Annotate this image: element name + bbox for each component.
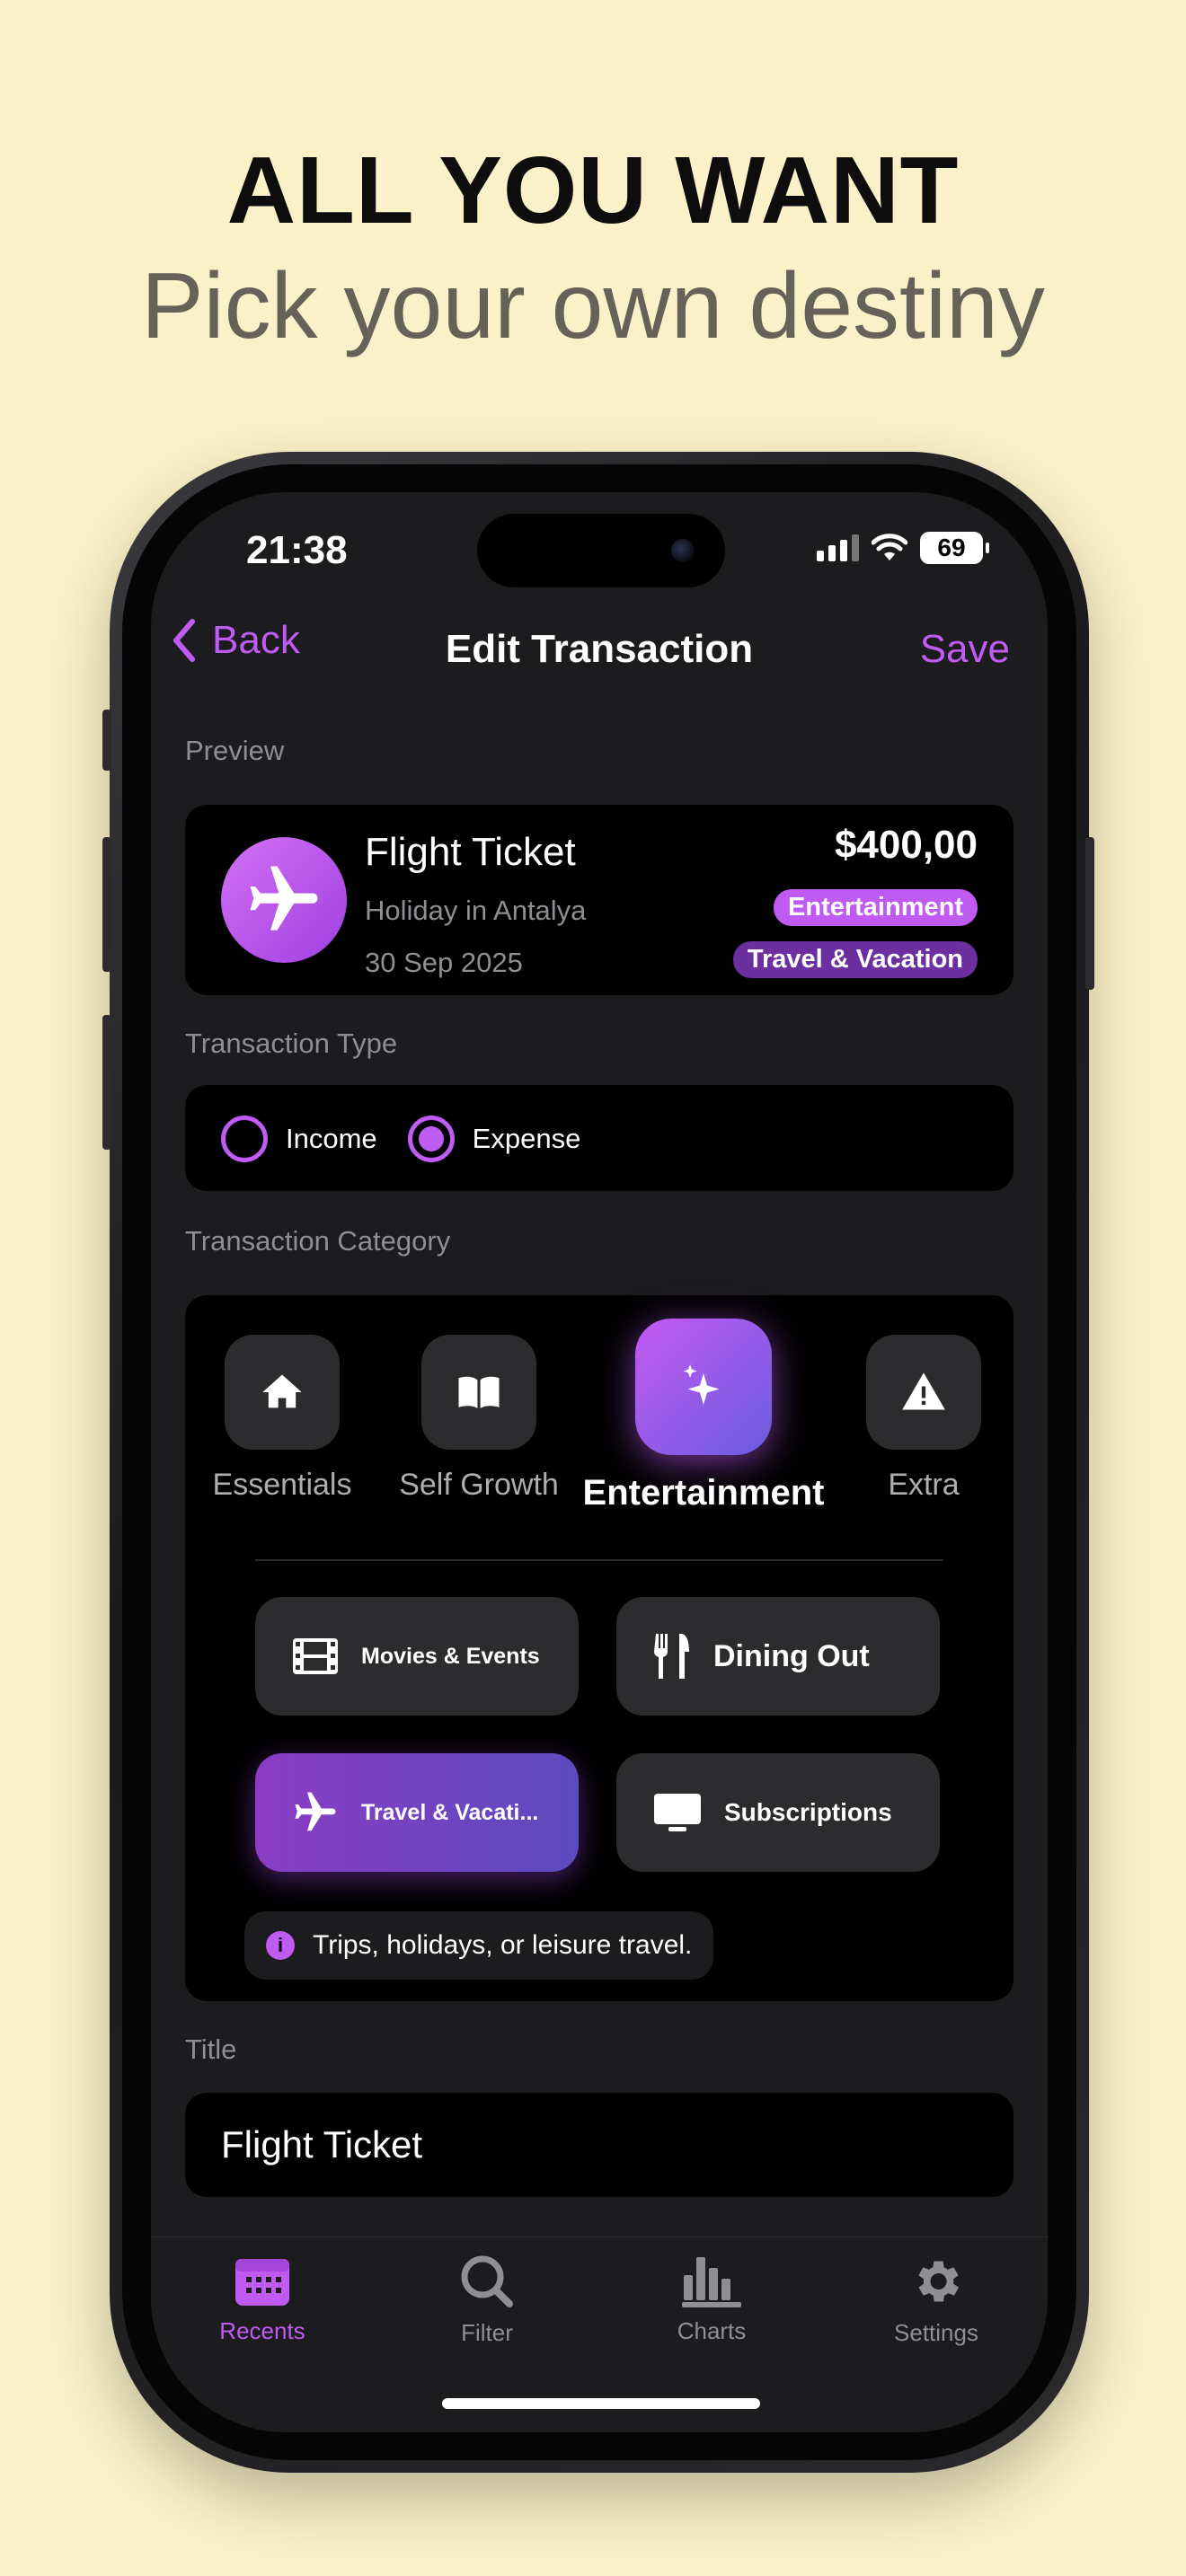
income-radio[interactable] — [221, 1116, 268, 1162]
subcategory-label: Dining Out — [713, 1638, 870, 1673]
category-essentials[interactable]: Essentials — [192, 1335, 372, 1503]
tab-settings[interactable]: Settings — [846, 2254, 1026, 2347]
tab-charts[interactable]: Charts — [622, 2254, 801, 2345]
signal-icon — [817, 534, 859, 561]
bar-chart-icon — [682, 2257, 741, 2307]
transaction-category-card: Essentials Self Growth Entertainment Ext… — [185, 1295, 1013, 2001]
page-title: Edit Transaction — [445, 627, 754, 671]
camera-icon — [671, 539, 695, 562]
divider — [255, 1559, 943, 1561]
expense-radio[interactable] — [407, 1116, 455, 1162]
title-field[interactable]: Flight Ticket — [185, 2093, 1013, 2197]
title-input[interactable]: Flight Ticket — [221, 2093, 422, 2197]
sparkles-icon — [635, 1319, 772, 1455]
preview-card: Flight Ticket Holiday in Antalya 30 Sep … — [185, 805, 1013, 995]
tab-filter[interactable]: Filter — [397, 2254, 577, 2347]
tab-recents[interactable]: Recents — [173, 2254, 352, 2345]
wifi-icon — [872, 534, 907, 560]
calendar-icon — [235, 2259, 289, 2306]
tab-label: Recents — [219, 2317, 305, 2344]
navigation-bar: Back Edit Transaction Save — [151, 618, 1048, 690]
preview-amount: $400,00 — [834, 823, 978, 867]
subcategory-travel-vacation[interactable]: Travel & Vacati... — [255, 1753, 579, 1872]
subcategory-dining-out[interactable]: Dining Out — [616, 1597, 940, 1716]
headline: ALL YOU WANT — [226, 137, 960, 243]
airplane-icon — [295, 1792, 336, 1831]
category-hint: i Trips, holidays, or leisure travel. — [244, 1911, 714, 1980]
category-label: Entertainment — [582, 1473, 825, 1513]
power-button — [1085, 837, 1094, 990]
subcategory-label: Movies & Events — [361, 1643, 540, 1669]
preview-label: Preview — [185, 735, 285, 766]
action-button — [102, 710, 111, 771]
home-indicator — [442, 2398, 760, 2409]
subcategory-subscriptions[interactable]: Subscriptions — [616, 1753, 940, 1872]
hint-text: Trips, holidays, or leisure travel. — [313, 1930, 693, 1960]
volume-down-button — [102, 1015, 111, 1150]
search-icon — [461, 2255, 513, 2307]
tab-label: Charts — [677, 2317, 747, 2344]
warning-icon — [866, 1335, 981, 1450]
transaction-type-card: Income Expense — [185, 1085, 1013, 1191]
category-extra[interactable]: Extra — [843, 1335, 1005, 1503]
film-icon — [293, 1638, 338, 1674]
gear-icon — [918, 2261, 960, 2302]
transaction-category-label: Transaction Category — [185, 1225, 451, 1257]
volume-up-button — [102, 837, 111, 972]
category-entertainment[interactable]: Entertainment — [573, 1319, 834, 1513]
preview-title: Flight Ticket — [365, 830, 576, 874]
category-label: Essentials — [212, 1468, 352, 1502]
subline: Pick your own destiny — [141, 254, 1045, 358]
subcategory-badge: Travel & Vacation — [732, 941, 978, 978]
subcategory-label: Travel & Vacati... — [361, 1799, 539, 1825]
airplane-icon — [221, 837, 347, 963]
status-indicators: 69 — [817, 532, 989, 564]
tv-icon — [654, 1794, 701, 1831]
preview-subtitle: Holiday in Antalya — [365, 895, 587, 926]
tab-label: Settings — [894, 2319, 978, 2346]
phone-screen: 21:38 69 Back Edit Transaction Save Prev… — [151, 492, 1048, 2432]
subcategory-movies-events[interactable]: Movies & Events — [255, 1597, 579, 1716]
transaction-type-label: Transaction Type — [185, 1028, 398, 1059]
category-label: Extra — [888, 1468, 960, 1502]
category-self-growth[interactable]: Self Growth — [385, 1335, 573, 1503]
fork-knife-icon — [653, 1634, 689, 1679]
income-label[interactable]: Income — [286, 1123, 377, 1155]
book-icon — [421, 1335, 536, 1450]
expense-label[interactable]: Expense — [473, 1123, 581, 1155]
preview-date: 30 Sep 2025 — [365, 947, 523, 978]
info-icon: i — [266, 1931, 295, 1960]
status-time: 21:38 — [246, 528, 348, 572]
tab-label: Filter — [461, 2319, 513, 2346]
save-button[interactable]: Save — [920, 618, 1010, 681]
title-label: Title — [185, 2033, 237, 2065]
battery-icon: 69 — [920, 532, 989, 564]
dynamic-island — [477, 514, 725, 587]
subcategory-label: Subscriptions — [724, 1798, 892, 1826]
category-label: Self Growth — [399, 1468, 559, 1502]
category-badge: Entertainment — [774, 889, 978, 926]
house-icon — [225, 1335, 340, 1450]
